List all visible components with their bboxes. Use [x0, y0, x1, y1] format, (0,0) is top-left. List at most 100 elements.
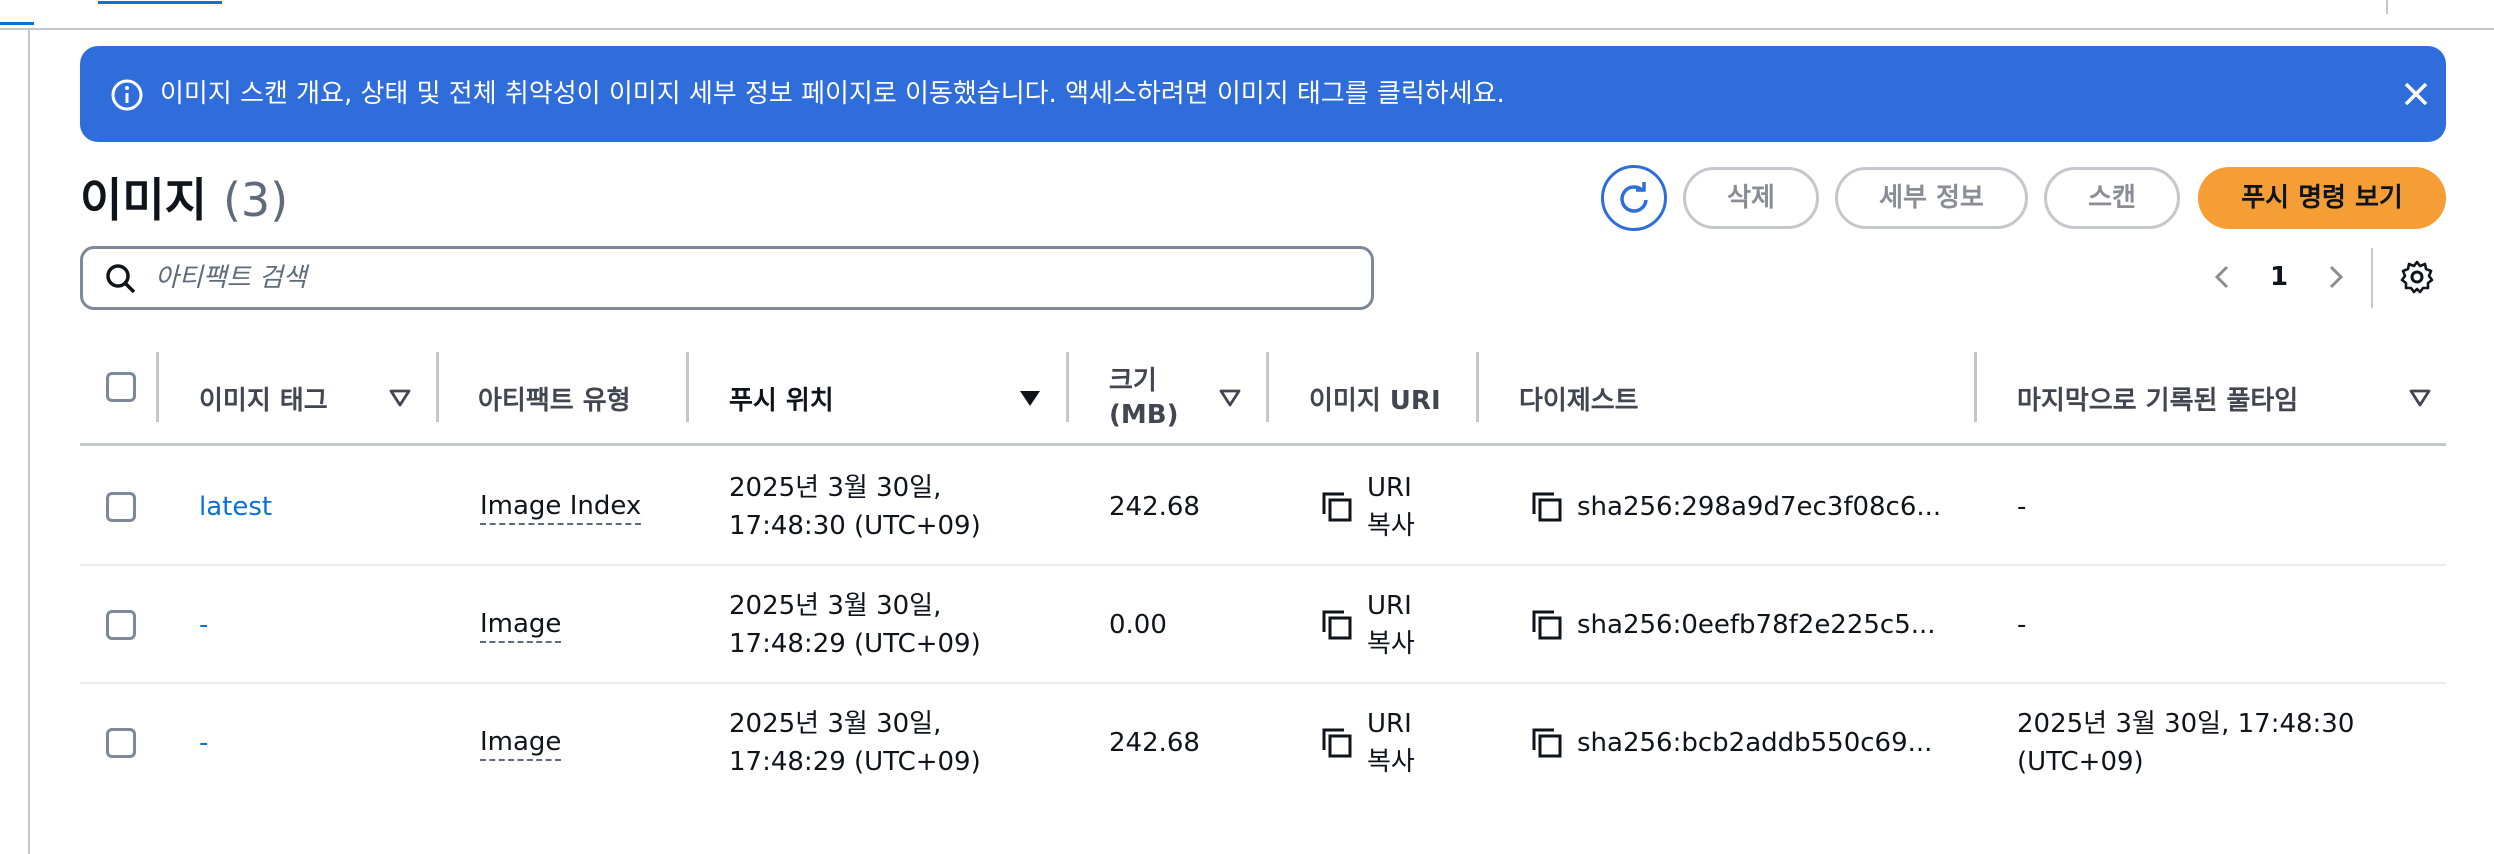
info-flash-banner: 이미지 스캔 개요, 상태 및 전체 취약성이 이미지 세부 정보 페이지로 이…: [80, 46, 2446, 142]
column-divider[interactable]: [1974, 352, 1977, 422]
search-icon: [106, 264, 136, 294]
column-header-image-uri[interactable]: 이미지 URI: [1309, 350, 1441, 446]
last-pull-cell: -: [2017, 448, 2026, 566]
column-divider[interactable]: [1066, 352, 1069, 422]
copy-icon[interactable]: [1320, 490, 1354, 524]
column-divider[interactable]: [1476, 352, 1479, 422]
page-title-text: 이미지: [80, 173, 207, 227]
pushed-at-date: 2025년 3월 30일,: [729, 709, 942, 739]
last-pull-line1: 2025년 3월 30일, 17:48:30: [2017, 709, 2355, 739]
pager-divider: [2371, 248, 2373, 308]
row-checkbox[interactable]: [106, 728, 136, 758]
search-box: [80, 246, 1374, 310]
size-cell: 242.68: [1109, 728, 1200, 758]
copy-uri-label: URI: [1367, 709, 1412, 739]
pushed-at-time: 17:48:30 (UTC+09): [729, 511, 981, 541]
copy-icon[interactable]: [1530, 608, 1564, 642]
image-tag-cell: -: [199, 684, 208, 802]
column-divider[interactable]: [1266, 352, 1269, 422]
copy-uri-label-2: 복사: [1367, 511, 1415, 541]
column-divider[interactable]: [686, 352, 689, 422]
gear-icon[interactable]: [2399, 259, 2435, 295]
select-all-checkbox[interactable]: [106, 372, 136, 402]
column-divider[interactable]: [436, 352, 439, 422]
copy-icon[interactable]: [1530, 490, 1564, 524]
copy-icon[interactable]: [1320, 608, 1354, 642]
delete-button[interactable]: 삭제: [1683, 167, 1819, 229]
row-checkbox[interactable]: [106, 610, 136, 640]
table-row: - Image 2025년 3월 30일, 17:48:29 (UTC+09) …: [80, 566, 2446, 684]
last-pull-cell: -: [2017, 566, 2026, 684]
image-tag-link[interactable]: latest: [199, 488, 272, 526]
pushed-at-cell: 2025년 3월 30일, 17:48:30 (UTC+09): [729, 448, 981, 566]
left-rail-divider: [28, 30, 30, 854]
column-header-digest[interactable]: 다이제스트: [1519, 350, 1639, 446]
sort-down-filled-icon[interactable]: [1018, 386, 1042, 410]
copy-uri-label-2: 복사: [1367, 747, 1415, 777]
column-header-artifact-type[interactable]: 아티팩트 유형: [478, 350, 631, 446]
size-header-label: 크기: [1109, 366, 1157, 396]
refresh-icon: [1620, 182, 1648, 213]
view-push-commands-button[interactable]: 푸시 명령 보기: [2198, 167, 2446, 229]
table-header: 이미지 태그 아티팩트 유형 푸시 위치 크기 (MB) 이미지 URI 다이제…: [80, 350, 2446, 446]
last-pull-cell: 2025년 3월 30일, 17:48:30 (UTC+09): [2017, 684, 2354, 802]
pushed-at-date: 2025년 3월 30일,: [729, 473, 942, 503]
artifact-type-cell: Image: [480, 684, 562, 802]
last-pull-line2: (UTC+09): [2017, 747, 2144, 777]
pushed-at-time: 17:48:29 (UTC+09): [729, 629, 981, 659]
copy-uri-button[interactable]: URI 복사: [1367, 448, 1415, 566]
column-header-size[interactable]: 크기 (MB): [1109, 350, 1178, 446]
size-cell: 0.00: [1109, 610, 1167, 640]
digest-cell: sha256:298a9d7ec3f08c6...: [1577, 492, 1942, 522]
column-header-image-tag[interactable]: 이미지 태그: [199, 350, 328, 446]
copy-uri-label-2: 복사: [1367, 629, 1415, 659]
copy-icon[interactable]: [1530, 726, 1564, 760]
flash-message: 이미지 스캔 개요, 상태 및 전체 취약성이 이미지 세부 정보 페이지로 이…: [160, 79, 1505, 109]
column-header-pushed-at[interactable]: 푸시 위치: [729, 350, 834, 446]
topbar-divider: [2386, 0, 2388, 14]
last-pull-line1: -: [2017, 610, 2027, 640]
images-table: 이미지 태그 아티팩트 유형 푸시 위치 크기 (MB) 이미지 URI 다이제…: [80, 350, 2446, 780]
image-tag-link[interactable]: -: [199, 606, 208, 644]
copy-uri-button[interactable]: URI 복사: [1367, 566, 1415, 684]
sort-triangle-icon[interactable]: [388, 386, 412, 410]
image-tag-link[interactable]: -: [199, 724, 208, 762]
artifact-type-cell: Image: [480, 566, 562, 684]
menu-toggle-indicator[interactable]: [0, 22, 34, 25]
image-count: (3): [222, 173, 289, 227]
row-checkbox[interactable]: [106, 492, 136, 522]
copy-uri-label: URI: [1367, 591, 1412, 621]
next-page-icon[interactable]: [2320, 262, 2350, 292]
search-input[interactable]: [155, 257, 1355, 299]
size-header-unit: (MB): [1109, 400, 1179, 430]
pushed-at-cell: 2025년 3월 30일, 17:48:29 (UTC+09): [729, 566, 981, 684]
artifact-type-text[interactable]: Image Index: [480, 489, 642, 525]
image-tag-cell: latest: [199, 448, 272, 566]
copy-icon[interactable]: [1320, 726, 1354, 760]
previous-page-icon[interactable]: [2208, 262, 2238, 292]
image-tag-cell: -: [199, 566, 208, 684]
digest-cell: sha256:0eefb78f2e225c5...: [1577, 610, 1936, 640]
column-header-last-pull[interactable]: 마지막으로 기록된 풀타임: [2017, 350, 2298, 446]
column-divider: [156, 352, 159, 422]
sort-triangle-icon[interactable]: [1218, 386, 1242, 410]
top-navigation-bar: [0, 0, 2494, 30]
current-page-number[interactable]: 1: [2264, 260, 2294, 294]
copy-uri-label: URI: [1367, 473, 1412, 503]
details-button[interactable]: 세부 정보: [1835, 167, 2028, 229]
pushed-at-cell: 2025년 3월 30일, 17:48:29 (UTC+09): [729, 684, 981, 802]
digest-cell: sha256:bcb2addb550c69...: [1577, 728, 1933, 758]
artifact-type-text[interactable]: Image: [480, 607, 562, 643]
scan-button[interactable]: 스캔: [2044, 167, 2180, 229]
refresh-button[interactable]: [1601, 165, 1667, 231]
copy-uri-button[interactable]: URI 복사: [1367, 684, 1415, 802]
info-icon: [111, 79, 143, 111]
size-cell: 242.68: [1109, 492, 1200, 522]
close-icon[interactable]: [2398, 76, 2434, 112]
pushed-at-date: 2025년 3월 30일,: [729, 591, 942, 621]
artifact-type-text[interactable]: Image: [480, 725, 562, 761]
last-pull-line1: -: [2017, 492, 2027, 522]
page-title: 이미지 (3): [80, 172, 288, 228]
sort-triangle-icon[interactable]: [2408, 386, 2432, 410]
active-tab-indicator[interactable]: [98, 0, 222, 4]
